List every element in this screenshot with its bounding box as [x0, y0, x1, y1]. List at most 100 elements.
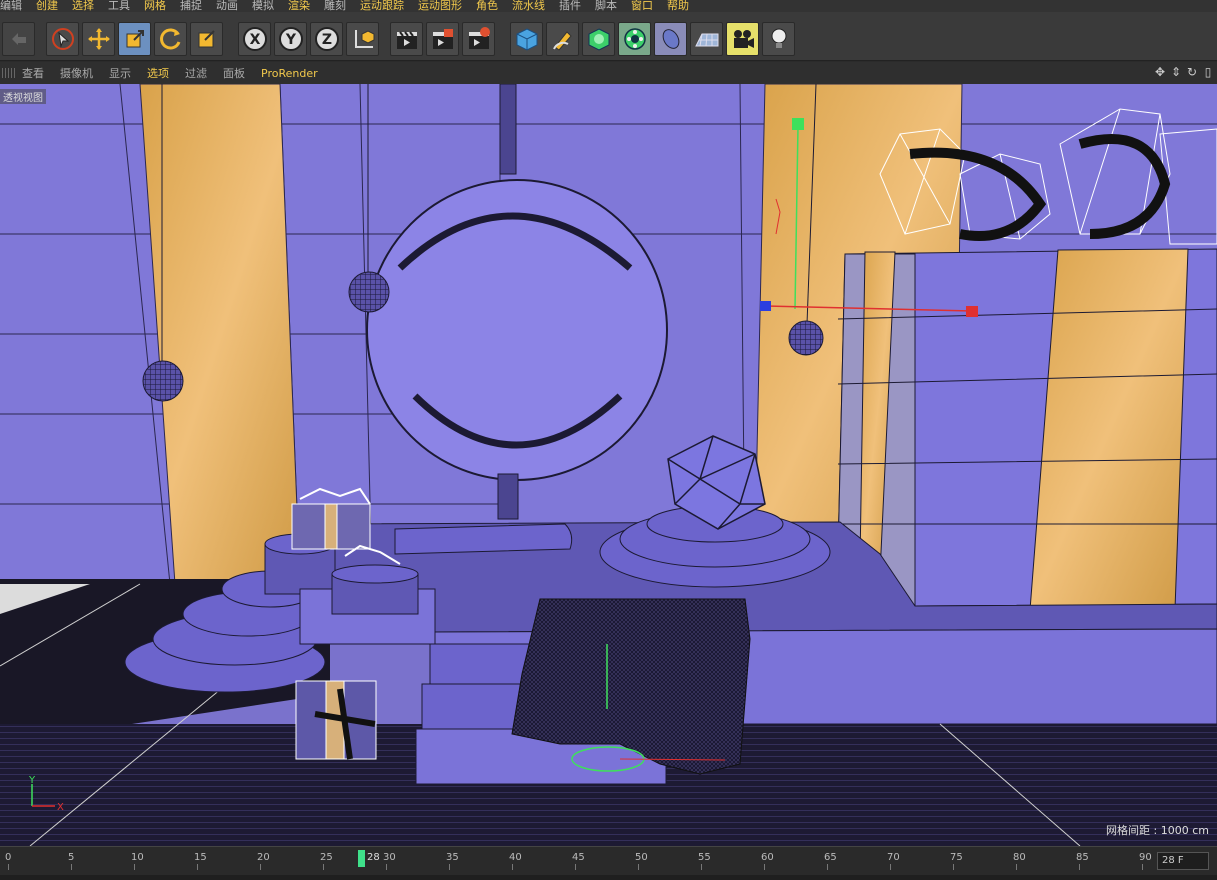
timeline-tick — [827, 864, 828, 870]
camera-icon — [733, 30, 754, 48]
menu-pipeline[interactable]: 流水线 — [512, 0, 545, 12]
timeline-tick-label: 70 — [887, 852, 900, 863]
deformer-icon — [662, 29, 679, 49]
timeline-tick — [8, 864, 9, 870]
menu-plugins[interactable]: 插件 — [559, 0, 581, 12]
timeline-tick-label: 5 — [68, 852, 75, 863]
timeline-tick-label: 80 — [1013, 852, 1026, 863]
orbit-icon[interactable]: ↻ — [1185, 65, 1199, 79]
menu-create[interactable]: 创建 — [36, 0, 58, 12]
pen-tool-button[interactable] — [546, 22, 579, 56]
playhead[interactable] — [358, 850, 365, 867]
scale-box-icon — [198, 30, 215, 48]
timeline-tick-label: 30 — [383, 852, 396, 863]
clapper-gear-icon — [468, 27, 490, 49]
dolly-icon[interactable]: ⇕ — [1169, 65, 1183, 79]
deformer-button[interactable] — [654, 22, 687, 56]
menu-window[interactable]: 窗口 — [631, 0, 653, 12]
add-cube-button[interactable] — [510, 22, 543, 56]
menu-tools[interactable]: 工具 — [108, 0, 130, 12]
menu-render[interactable]: 渲染 — [288, 0, 310, 12]
pan-icon[interactable]: ✥ — [1153, 65, 1167, 79]
menu-edit[interactable]: 编辑 — [0, 0, 22, 12]
scale-uniform-button[interactable] — [190, 22, 223, 56]
timeline-tick — [260, 864, 261, 870]
undo-button[interactable] — [2, 22, 35, 56]
menu-mograph[interactable]: 运动图形 — [418, 0, 462, 12]
rotate-icon — [159, 28, 180, 50]
timeline-tick-label: 10 — [131, 852, 144, 863]
perspective-viewport[interactable]: Y X 透视视图 网格间距 : 1000 cm — [0, 84, 1217, 846]
timeline-tick-label: 65 — [824, 852, 837, 863]
viewport-title[interactable]: 透视视图 — [0, 89, 46, 104]
view-menu-prorender[interactable]: ProRender — [261, 67, 318, 80]
timeline-tick — [386, 864, 387, 870]
coordinate-system-icon — [354, 30, 374, 48]
menu-sculpt[interactable]: 雕刻 — [324, 0, 346, 12]
axis-x-button[interactable]: X — [238, 22, 271, 56]
drag-grip[interactable] — [2, 68, 16, 78]
timeline[interactable]: 0 5 10 15 20 25 30 35 40 45 50 55 60 65 70 75 80 85 90 28 … — [0, 846, 1217, 880]
playhead-frame-label: 28 — [367, 852, 380, 863]
view-menu-filter[interactable]: 过滤 — [185, 65, 207, 81]
select-tool-button[interactable] — [46, 22, 79, 56]
scale-tool-button[interactable] — [118, 22, 151, 56]
light-bulb-icon — [771, 28, 786, 48]
viewport-menu-bar: 查看 摄像机 显示 选项 过滤 面板 ProRender ✥ ⇕ ↻ ▯ — [0, 62, 1217, 84]
menu-help[interactable]: 帮助 — [667, 0, 689, 12]
pen-icon — [552, 31, 572, 51]
svg-text:Y: Y — [284, 32, 296, 48]
cloner-button[interactable] — [618, 22, 651, 56]
timeline-tick — [71, 864, 72, 870]
clapper-region-icon — [432, 29, 453, 49]
timeline-tick-label: 50 — [635, 852, 648, 863]
coordinate-system-button[interactable] — [346, 22, 379, 56]
timeline-tick-label: 20 — [257, 852, 270, 863]
move-tool-button[interactable] — [82, 22, 115, 56]
rotate-tool-button[interactable] — [154, 22, 187, 56]
light-button[interactable] — [762, 22, 795, 56]
view-menu-view[interactable]: 查看 — [22, 65, 44, 81]
menu-snap[interactable]: 捕捉 — [180, 0, 202, 12]
view-menu-options[interactable]: 选项 — [147, 65, 169, 81]
menu-character[interactable]: 角色 — [476, 0, 498, 12]
view-menu-display[interactable]: 显示 — [109, 65, 131, 81]
view-menu-panel[interactable]: 面板 — [223, 65, 245, 81]
timeline-tick-label: 15 — [194, 852, 207, 863]
timeline-tick-label: 0 — [5, 852, 12, 863]
render-view-button[interactable] — [390, 22, 423, 56]
menu-select[interactable]: 选择 — [72, 0, 94, 12]
timeline-tick — [1016, 864, 1017, 870]
subdivision-button[interactable] — [582, 22, 615, 56]
menu-simulate[interactable]: 模拟 — [252, 0, 274, 12]
floor-button[interactable] — [690, 22, 723, 56]
menu-mesh[interactable]: 网格 — [144, 0, 166, 12]
timeline-tick-label: 45 — [572, 852, 585, 863]
axis-z-button[interactable]: Z — [310, 22, 343, 56]
scale-icon — [126, 30, 144, 48]
axis-y-button[interactable]: Y — [274, 22, 307, 56]
timeline-tick — [512, 864, 513, 870]
grid-spacing-readout: 网格间距 : 1000 cm — [1106, 824, 1209, 837]
timeline-tick-label: 60 — [761, 852, 774, 863]
maximize-view-icon[interactable]: ▯ — [1201, 65, 1215, 79]
timeline-tick-label: 40 — [509, 852, 522, 863]
cloner-icon — [623, 28, 646, 50]
axis-y-label: Y — [28, 775, 36, 786]
timeline-tick — [134, 864, 135, 870]
timeline-scroll-strip[interactable] — [0, 875, 1217, 880]
current-frame-field[interactable]: 28 F — [1157, 852, 1209, 870]
undo-icon — [11, 33, 26, 45]
menu-script[interactable]: 脚本 — [595, 0, 617, 12]
clapper-icon — [396, 31, 417, 49]
menu-motion-tracking[interactable]: 运动跟踪 — [360, 0, 404, 12]
timeline-tick — [1079, 864, 1080, 870]
render-region-button[interactable] — [426, 22, 459, 56]
view-menu-camera[interactable]: 摄像机 — [60, 65, 93, 81]
timeline-tick-label: 55 — [698, 852, 711, 863]
render-settings-button[interactable] — [462, 22, 495, 56]
camera-button[interactable] — [726, 22, 759, 56]
menu-animate[interactable]: 动画 — [216, 0, 238, 12]
timeline-tick — [575, 864, 576, 870]
timeline-ruler[interactable]: 0 5 10 15 20 25 30 35 40 45 50 55 60 65 70 75 80 85 90 — [0, 847, 1152, 871]
